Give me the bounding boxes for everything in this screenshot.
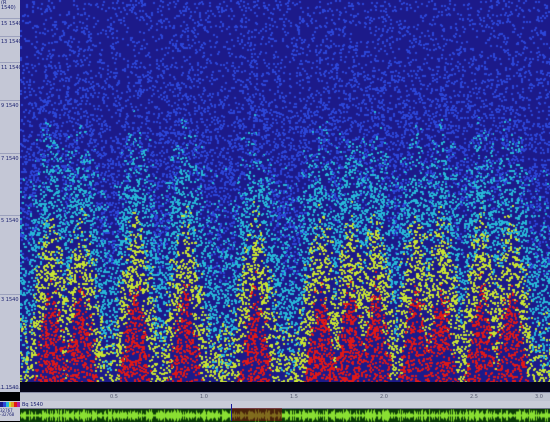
- waveform-canvas[interactable]: [20, 408, 550, 422]
- time-label: 3.0: [535, 394, 543, 400]
- color-scale-legend: [0, 402, 21, 407]
- time-label: 1.5: [290, 394, 298, 400]
- time-label: 2.5: [470, 394, 478, 400]
- freq-label: 3 1540: [1, 297, 19, 303]
- spectrogram-floor: [20, 382, 550, 392]
- freq-label: 1 1540: [1, 385, 19, 391]
- frequency-ruler: (R 1540) 15 1540 13 1540 11 1540 9 1540 …: [0, 0, 22, 392]
- time-label: 2.0: [380, 394, 388, 400]
- freq-label: 9 1540: [1, 103, 19, 109]
- time-label: 0.5: [110, 394, 118, 400]
- freq-label: 13 1540: [1, 39, 22, 45]
- freq-tick: [0, 215, 20, 216]
- waveform-amplitude-readout: 32767 -32768: [0, 408, 15, 417]
- freq-label: 15 1540: [1, 21, 22, 27]
- color-swatch: [17, 402, 21, 407]
- freq-label: 11 1540: [1, 65, 22, 71]
- freq-tick: [0, 100, 20, 101]
- freq-tick: [0, 18, 20, 19]
- spectrogram-canvas[interactable]: [20, 0, 550, 382]
- freq-label: 5 1540: [1, 218, 19, 224]
- freq-tick: [0, 153, 20, 154]
- freq-tick: [0, 62, 20, 63]
- freq-tick: [0, 36, 20, 37]
- time-label: 1.0: [200, 394, 208, 400]
- playback-selection[interactable]: [231, 408, 282, 421]
- freq-tick: [0, 294, 20, 295]
- playhead-cursor[interactable]: [231, 404, 232, 421]
- freq-label: 7 1540: [1, 156, 19, 162]
- spectrogram-window: (R 1540) 15 1540 13 1540 11 1540 9 1540 …: [0, 0, 550, 422]
- top-readout: (R 1540): [1, 0, 16, 11]
